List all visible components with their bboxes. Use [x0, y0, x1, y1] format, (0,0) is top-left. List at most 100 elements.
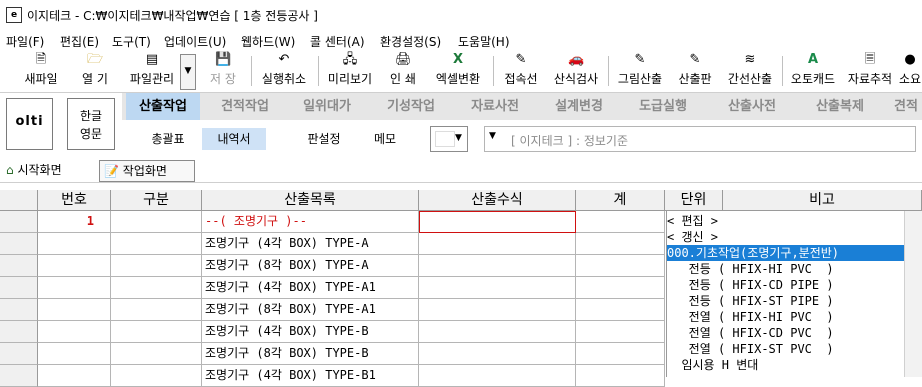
cell-item[interactable]: 조명기구 (8각 BOX) TYPE-A1 — [202, 299, 419, 321]
menu-update[interactable]: 업데이트(U) — [164, 33, 226, 50]
dropdown-option[interactable]: 전등 ( HFIX-ST PIPE ) — [667, 293, 905, 309]
cell-item[interactable]: 조명기구 (8각 BOX) TYPE-A — [202, 255, 419, 277]
cell-item[interactable]: 조명기구 (4각 BOX) TYPE-B1 — [202, 365, 419, 387]
row-header[interactable] — [0, 321, 38, 343]
dropdown-option[interactable]: 전열 ( HFIX-ST PVC ) — [667, 341, 905, 357]
cell-total[interactable] — [576, 255, 665, 277]
tab-calc-work[interactable]: 산출작업 — [126, 93, 200, 120]
cell-formula[interactable] — [419, 299, 576, 321]
dropdown-option[interactable]: 전등 ( HFIX-HI PVC ) — [667, 261, 905, 277]
cell-total[interactable] — [576, 343, 665, 365]
undo-button[interactable]: ↶ 실행취소 — [256, 52, 312, 90]
open-button[interactable]: 🗁 열 기 — [72, 52, 118, 90]
subtab-panel-setting[interactable]: 판설정 — [292, 128, 356, 150]
dropdown-option[interactable]: < 갱신 > — [667, 229, 905, 245]
menu-callcenter[interactable]: 콜 센터(A) — [310, 33, 365, 50]
cell-category[interactable] — [111, 299, 202, 321]
cell-item[interactable]: 조명기구 (4각 BOX) TYPE-A — [202, 233, 419, 255]
cell-formula[interactable] — [419, 255, 576, 277]
tab-design-change[interactable]: 설계변경 — [542, 93, 616, 120]
file-manager-button[interactable]: ▤ 파일관리 — [124, 52, 180, 90]
cell-number[interactable]: 1 — [38, 211, 111, 233]
dropdown-scrollbar[interactable] — [904, 211, 922, 377]
cell-formula[interactable] — [419, 343, 576, 365]
cell-total[interactable] — [576, 365, 665, 387]
cell-category[interactable] — [111, 277, 202, 299]
menu-help[interactable]: 도움말(H) — [458, 33, 510, 50]
row-header[interactable] — [0, 211, 38, 233]
color-picker[interactable]: ▼ — [430, 126, 468, 152]
menu-webhard[interactable]: 웹하드(W) — [241, 33, 295, 50]
formula-check-button[interactable]: 🚗 산식검사 — [548, 52, 604, 90]
dropdown-option[interactable]: 전열 ( HFIX-HI PVC ) — [667, 309, 905, 325]
tab-work-screen[interactable]: 📝 작업화면 — [99, 160, 195, 182]
cell-total[interactable] — [576, 211, 665, 233]
menu-file[interactable]: 파일(F) — [6, 33, 44, 50]
dropdown-option[interactable]: 000.기초작업(조명기구,분전반) — [667, 245, 905, 261]
tab-home-screen[interactable]: ⌂ 시작화면 — [6, 160, 92, 180]
cell-category[interactable] — [111, 321, 202, 343]
cell-number[interactable] — [38, 365, 111, 387]
menu-tools[interactable]: 도구(T) — [112, 33, 151, 50]
row-header[interactable] — [0, 365, 38, 387]
subtab-summary[interactable]: 총괄표 — [136, 128, 200, 150]
tab-dictionary[interactable]: 자료사전 — [458, 93, 532, 120]
cell-category[interactable] — [111, 211, 202, 233]
cell-formula[interactable] — [419, 277, 576, 299]
cell-number[interactable] — [38, 321, 111, 343]
cell-category[interactable] — [111, 255, 202, 277]
unit-dropdown-list[interactable]: < 편집 > < 갱신 >000.기초작업(조명기구,분전반) 전등 ( HFIX… — [666, 211, 905, 377]
file-manager-dropdown[interactable]: ▼ — [180, 54, 196, 90]
menu-settings[interactable]: 환경설정(S) — [380, 33, 441, 50]
print-button[interactable]: 🖨 인 쇄 — [380, 52, 426, 90]
drawing-calc-button[interactable]: ✎ 그림산출 — [612, 52, 668, 90]
language-toggle[interactable]: 한글 영문 — [67, 98, 115, 150]
row-header[interactable] — [0, 277, 38, 299]
standard-select[interactable]: ▼ [ 이지테크 ] : 정보기준 — [484, 126, 916, 152]
cell-number[interactable] — [38, 343, 111, 365]
cell-item[interactable]: 조명기구 (8각 BOX) TYPE-B — [202, 343, 419, 365]
cell-number[interactable] — [38, 233, 111, 255]
dropdown-option[interactable]: 전등 ( HFIX-CD PIPE ) — [667, 277, 905, 293]
cell-total[interactable] — [576, 321, 665, 343]
dropdown-option[interactable]: 임시용 H 변대 — [667, 357, 905, 373]
subtab-detail[interactable]: 내역서 — [202, 128, 266, 150]
cell-number[interactable] — [38, 299, 111, 321]
cell-total[interactable] — [576, 233, 665, 255]
tab-estimate-more[interactable]: 견적 — [890, 93, 922, 120]
cell-number[interactable] — [38, 255, 111, 277]
subtab-memo[interactable]: 메모 — [360, 128, 410, 150]
language-korean[interactable]: 한글 영문 — [68, 107, 114, 143]
cell-total[interactable] — [576, 277, 665, 299]
tab-calc-dictionary[interactable]: 산출사전 — [710, 93, 794, 120]
calc-board-button[interactable]: ✎ 산출판 — [670, 52, 720, 90]
requirement-button[interactable]: ● 소요 — [898, 52, 922, 90]
cell-number[interactable] — [38, 277, 111, 299]
row-header[interactable] — [0, 343, 38, 365]
tab-unit-cost[interactable]: 일위대가 — [290, 93, 364, 120]
autocad-button[interactable]: A 오토캐드 — [786, 52, 840, 90]
excel-export-button[interactable]: X 엑셀변환 — [428, 52, 488, 90]
joint-line-button[interactable]: ✎ 접속선 — [498, 52, 544, 90]
dropdown-option[interactable]: 전열 ( HFIX-CD PVC ) — [667, 325, 905, 341]
tab-progress[interactable]: 기성작업 — [374, 93, 448, 120]
row-header[interactable] — [0, 255, 38, 277]
cell-item[interactable]: 조명기구 (4각 BOX) TYPE-A1 — [202, 277, 419, 299]
new-file-button[interactable]: 🗎 새파일 — [18, 52, 64, 90]
save-button[interactable]: 💾 저 장 — [200, 52, 246, 90]
cell-item[interactable]: --( 조명기구 )-- — [202, 211, 419, 233]
cell-formula[interactable] — [419, 321, 576, 343]
row-header[interactable] — [0, 299, 38, 321]
menu-edit[interactable]: 편집(E) — [60, 33, 99, 50]
cell-item[interactable]: 조명기구 (4각 BOX) TYPE-B — [202, 321, 419, 343]
preview-button[interactable]: 🖧 미리보기 — [322, 52, 378, 90]
cell-category[interactable] — [111, 343, 202, 365]
cell-total[interactable] — [576, 299, 665, 321]
tab-contract[interactable]: 도급실행 — [626, 93, 700, 120]
cell-category[interactable] — [111, 365, 202, 387]
row-header[interactable] — [0, 233, 38, 255]
tab-calc-copy[interactable]: 산출복제 — [798, 93, 882, 120]
cell-formula[interactable] — [419, 365, 576, 387]
tab-estimate[interactable]: 견적작업 — [208, 93, 282, 120]
data-tracking-button[interactable]: 🗏 자료추적 — [842, 52, 898, 90]
